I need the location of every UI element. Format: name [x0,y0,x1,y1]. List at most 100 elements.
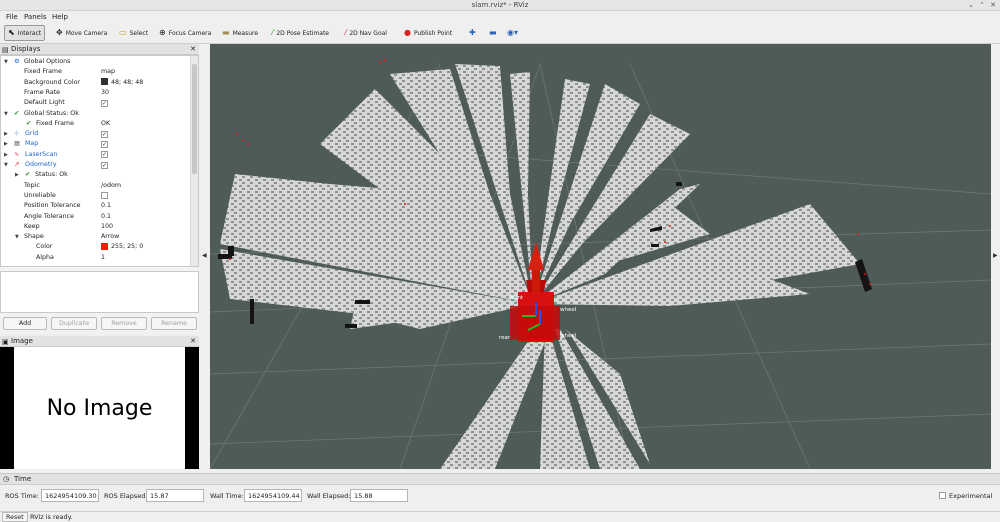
tree-row-odometry-status[interactable]: ▶ ✔ Status: Ok [1,170,191,180]
topic-value[interactable]: /odom [101,181,121,191]
shape-value[interactable]: Arrow [101,232,119,242]
odometry-label: Odometry [25,161,57,168]
close-panel-icon[interactable]: ✕ [190,44,196,55]
tree-row-alpha[interactable]: Alpha 1 [1,253,191,263]
tree-row-topic[interactable]: Topic /odom [1,181,191,191]
tree-row-default-light[interactable]: Default Light ✓ [1,98,191,108]
measure-tool[interactable]: ▬ Measure [218,25,262,41]
select-tool[interactable]: ▭ Select [115,25,152,41]
color-swatch [101,242,108,250]
position-tolerance-value[interactable]: 0.1 [101,201,111,211]
angle-tolerance-label: Angle Tolerance [24,212,74,220]
tree-row-background-color[interactable]: Background Color 48; 48; 48 [1,78,191,88]
select-icon: ▭ [119,28,127,37]
odometry-checkbox[interactable]: ✓ [101,161,108,169]
map-checkbox[interactable]: ✓ [101,140,108,148]
displays-scrollbar[interactable] [190,56,198,266]
pink-arrow-icon: ⁄ [345,28,347,37]
grid-checkbox[interactable]: ✓ [101,130,108,138]
remove-tool-button[interactable]: ▬ [485,25,501,41]
reset-button[interactable]: Reset [2,512,28,522]
tree-row-odometry[interactable]: ▼ ↗ Odometry ✓ [1,160,191,170]
left-splitter[interactable]: ◀ [199,44,210,469]
default-light-checkbox[interactable]: ✓ [101,99,108,107]
tree-row-map[interactable]: ▶ ▦ Map ✓ [1,139,191,149]
wall-elapsed-label: Wall Elapsed: [307,492,351,500]
frame-rate-value[interactable]: 30 [101,88,109,98]
render-viewport[interactable]: wheel wheel rear front [210,44,991,469]
close-window-icon[interactable]: ✕ [988,1,998,9]
wall-elapsed-field[interactable]: 15.88 [350,489,408,502]
keep-value[interactable]: 100 [101,222,113,232]
tree-row-angle-tolerance[interactable]: Angle Tolerance 0.1 [1,212,191,222]
background-color-value[interactable]: 48; 48; 48 [111,79,143,86]
map-label: Map [25,140,39,148]
image-panel: ▣ Image ✕ No Image [0,336,199,469]
close-panel-icon[interactable]: ✕ [190,336,196,347]
experimental-checkbox[interactable] [939,492,946,499]
move-camera-tool[interactable]: ✥ Move Camera [52,25,111,41]
move-icon: ✥ [56,28,63,37]
tree-row-color[interactable]: Color 255; 25; 0 [1,242,191,252]
rename-button[interactable]: Rename [151,317,197,330]
tree-row-global-status[interactable]: ▼ ✔ Global Status: Ok [1,109,191,119]
menu-panels[interactable]: Panels [24,13,47,21]
wall-time-field[interactable]: 1624954109.44 [244,489,302,502]
map-icon: ▦ [14,140,20,148]
alpha-value[interactable]: 1 [101,253,105,263]
left-wheel-label: wheel [560,307,577,313]
laserscan-checkbox[interactable]: ✓ [101,151,108,159]
remove-button[interactable]: Remove [101,317,147,330]
camera-type-icon: ◉▾ [507,28,518,37]
tree-row-laserscan[interactable]: ▶ ∿ LaserScan ✓ [1,150,191,160]
grid-label: Grid [25,130,39,138]
description-area [0,271,199,313]
tool-properties-button[interactable]: ◉▾ [503,25,522,41]
publish-point-tool[interactable]: ● Publish Point [400,25,456,41]
minimize-icon[interactable]: ⌄ [966,1,976,9]
collapse-right-icon[interactable]: ▶ [993,252,998,259]
right-splitter[interactable]: ▶ [991,44,1000,469]
ros-time-label: ROS Time: [5,492,39,500]
displays-panel: ▤ Displays ✕ ▼ ⚙ Global Options Fixed Fra… [0,44,199,334]
interact-label: Interact [17,29,42,37]
tree-row-global-options[interactable]: ▼ ⚙ Global Options [1,57,191,67]
tree-row-grid[interactable]: ▶ ⊹ Grid ✓ [1,129,191,139]
experimental-label: Experimental [949,492,993,500]
wall-time-label: Wall Time: [210,492,244,500]
tree-row-frame-rate[interactable]: Frame Rate 30 [1,88,191,98]
menu-file[interactable]: File [6,13,18,21]
tree-row-unreliable[interactable]: Unreliable [1,191,191,201]
tree-row-status-fixed-frame[interactable]: ✔ Fixed Frame OK [1,119,191,129]
duplicate-button[interactable]: Duplicate [51,317,97,330]
pose-estimate-label: 2D Pose Estimate [276,29,329,37]
pose-estimate-tool[interactable]: ⁄ 2D Pose Estimate [268,25,333,41]
tree-row-position-tolerance[interactable]: Position Tolerance 0.1 [1,201,191,211]
tree-row-keep[interactable]: Keep 100 [1,222,191,232]
scrollbar-thumb[interactable] [192,64,197,174]
angle-tolerance-value[interactable]: 0.1 [101,212,111,222]
toolbar: ⬉ Interact ✥ Move Camera ▭ Select ⊕ Focus Ca… [0,23,1000,44]
tree-row-shape[interactable]: ▼ Shape Arrow [1,232,191,242]
add-button[interactable]: Add [3,317,47,330]
nav-goal-tool[interactable]: ⁄ 2D Nav Goal [341,25,391,41]
collapse-left-icon[interactable]: ◀ [202,252,207,259]
image-header: ▣ Image ✕ [0,336,199,347]
fixed-frame-value[interactable]: map [101,67,115,77]
maximize-icon[interactable]: ⌃ [977,1,987,9]
menu-help[interactable]: Help [52,13,68,21]
time-title: Time [14,475,32,483]
right-wheel-label: wheel [560,333,577,339]
ros-time-field[interactable]: 1624954109.30 [41,489,99,502]
status-fixed-frame-label: Fixed Frame [36,119,74,127]
ros-elapsed-field[interactable]: 15.87 [146,489,204,502]
add-tool-button[interactable]: ✚ [465,25,480,41]
rear-label: rear [499,335,511,341]
interact-tool[interactable]: ⬉ Interact [4,25,46,41]
status-bar: Reset RViz is ready. [0,511,1000,522]
focus-camera-tool[interactable]: ⊕ Focus Camera [155,25,215,41]
color-value[interactable]: 255; 25; 0 [111,243,143,250]
unreliable-checkbox[interactable] [101,192,108,200]
tree-row-fixed-frame[interactable]: Fixed Frame map [1,67,191,77]
position-tolerance-label: Position Tolerance [24,202,81,210]
